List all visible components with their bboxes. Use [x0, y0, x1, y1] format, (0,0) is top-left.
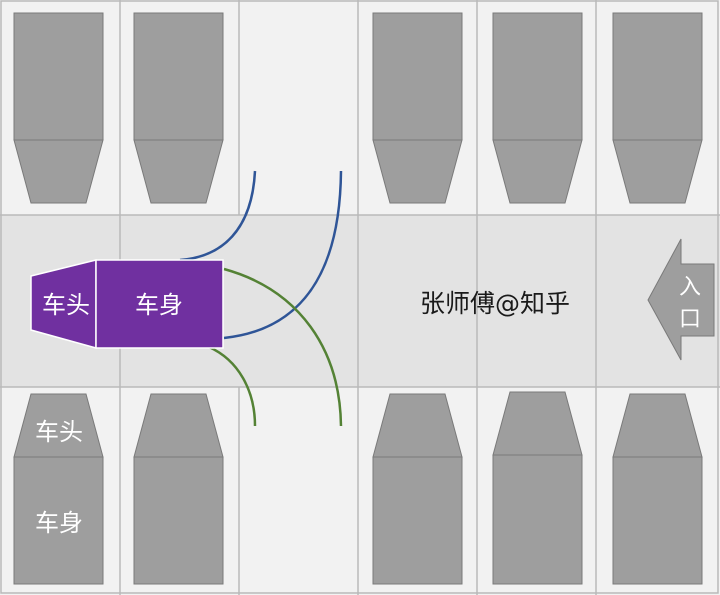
parked-car — [372, 12, 463, 204]
parked-car — [612, 393, 703, 585]
parked-car-head-label: 车头 — [35, 418, 83, 446]
moving-car-body-label: 车身 — [135, 291, 183, 319]
entrance-label-line1: 入 — [679, 275, 701, 300]
parked-car — [612, 12, 703, 204]
moving-car-head-label: 车头 — [42, 291, 90, 319]
parked-car — [492, 391, 583, 585]
parked-car-body-label: 车身 — [35, 509, 83, 537]
author-watermark: 张师傅@知乎 — [420, 289, 570, 318]
entrance-label-line2: 口 — [679, 307, 701, 332]
parked-car — [133, 393, 224, 585]
parked-car — [372, 393, 463, 585]
top-parking-row — [0, 0, 720, 215]
parked-car — [492, 12, 583, 204]
bottom-parking-row — [0, 387, 720, 595]
parked-car — [13, 12, 104, 204]
moving-car: 车头 车身 — [30, 259, 224, 349]
parking-diagram: 车头 车身 车头 车身 张师傅@知乎 入 口 — [0, 0, 720, 595]
parked-car — [133, 12, 224, 204]
